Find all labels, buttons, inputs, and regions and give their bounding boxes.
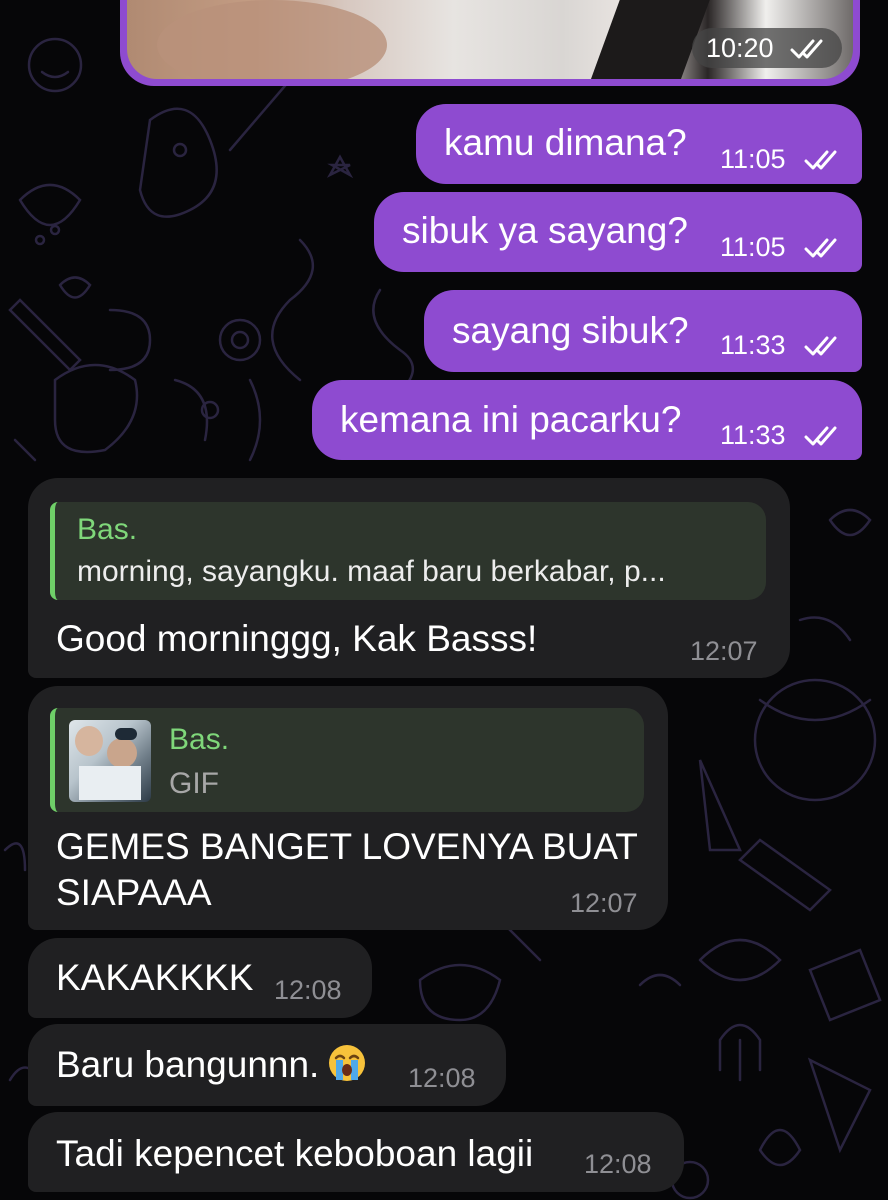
photo-message[interactable]: 10:20: [120, 0, 860, 86]
message-text: Good morninggg, Kak Basss!: [56, 618, 538, 659]
incoming-message[interactable]: KAKAKKKK 12:08: [28, 938, 372, 1018]
incoming-message[interactable]: Tadi kepencet keboboan lagii 12:08: [28, 1112, 684, 1192]
double-check-icon: [804, 238, 837, 258]
reply-author: Bas.: [169, 723, 230, 756]
message-text-line: GEMES BANGET LOVENYA BUAT: [56, 826, 638, 867]
double-check-icon: [804, 150, 837, 170]
message-text: Tadi kepencet keboboan lagii: [56, 1133, 534, 1174]
photo-time-badge: 10:20: [692, 28, 842, 68]
message-time: 12:08: [274, 975, 342, 1005]
outgoing-message[interactable]: kamu dimana? 11:05: [416, 104, 862, 184]
message-text: kamu dimana?: [444, 122, 687, 163]
message-time: 12:08: [584, 1149, 652, 1179]
message-time: 10:20: [706, 33, 774, 63]
message-text: Baru bangunnn.: [56, 1042, 367, 1088]
message-text: sibuk ya sayang?: [402, 210, 688, 251]
reply-author: Bas.: [77, 513, 138, 546]
message-text: sayang sibuk?: [452, 310, 689, 351]
reply-media-type: GIF: [169, 767, 219, 800]
double-check-icon: [804, 426, 837, 446]
message-text-body: Baru bangunnn.: [56, 1044, 320, 1085]
incoming-message[interactable]: Bas. morning, sayangku. maaf baru berkab…: [28, 478, 790, 678]
message-time: 11:33: [720, 420, 786, 450]
message-text: kemana ini pacarku?: [340, 399, 682, 440]
message-time: 11:05: [720, 232, 786, 262]
gif-thumbnail: [69, 720, 151, 802]
outgoing-message[interactable]: kemana ini pacarku? 11:33: [312, 380, 862, 460]
message-time: 11:33: [720, 330, 786, 360]
reply-quote[interactable]: Bas. GIF: [50, 708, 644, 812]
reply-text: morning, sayangku. maaf baru berkabar, p…: [77, 555, 666, 588]
message-time: 12:07: [690, 636, 758, 666]
message-time: 12:08: [408, 1063, 476, 1093]
message-text: KAKAKKKK: [56, 957, 254, 998]
outgoing-message[interactable]: sayang sibuk? 11:33: [424, 290, 862, 372]
incoming-message[interactable]: Baru bangunnn. 12:08: [28, 1024, 506, 1106]
double-check-icon: [790, 39, 823, 59]
chat-screen: 10:20 kamu dimana? 11:05 sibuk ya sayang…: [0, 0, 888, 1200]
message-text-line: SIAPAAA: [56, 872, 212, 913]
message-time: 12:07: [570, 888, 638, 918]
incoming-message[interactable]: Bas. GIF GEMES BANGET LOVENYA BUAT SIAPA…: [28, 686, 668, 930]
reply-quote[interactable]: Bas. morning, sayangku. maaf baru berkab…: [50, 502, 766, 600]
message-time: 11:05: [720, 144, 786, 174]
loudly-crying-face-icon: [327, 1043, 367, 1083]
outgoing-message[interactable]: sibuk ya sayang? 11:05: [374, 192, 862, 272]
double-check-icon: [804, 336, 837, 356]
